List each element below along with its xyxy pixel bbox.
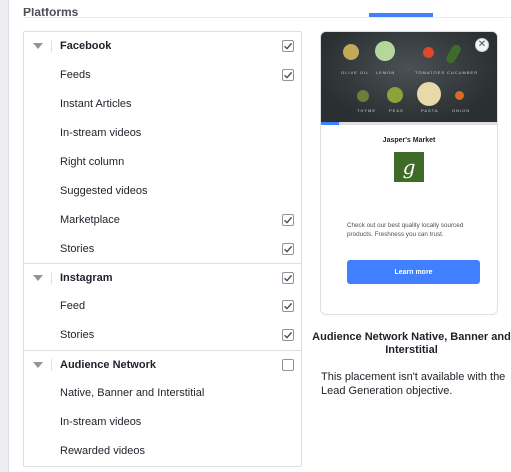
- veg-caption: ONION: [452, 108, 471, 113]
- placement-checkbox[interactable]: [282, 242, 294, 255]
- placement-checkbox[interactable]: [282, 69, 294, 82]
- placement-label: Marketplace: [60, 213, 120, 226]
- thyme-bowl: [357, 90, 369, 102]
- divider: [51, 358, 52, 371]
- olive-oil-bowl: [343, 44, 359, 60]
- checkmark-icon: [284, 43, 293, 51]
- placement-item[interactable]: In-stream videos: [24, 119, 301, 148]
- lettuce: [375, 41, 395, 61]
- placement-label: In-stream videos: [60, 416, 142, 429]
- checkmark-icon: [284, 332, 293, 339]
- platform-group-instagram[interactable]: Instagram: [24, 263, 301, 292]
- tomato: [423, 47, 434, 58]
- checkmark-icon: [284, 303, 293, 311]
- logo-letter: g: [402, 155, 416, 179]
- placement-item[interactable]: Suggested videos: [24, 176, 301, 205]
- top-divider: [23, 17, 511, 18]
- divider: [51, 40, 52, 53]
- checkmark-icon: [284, 216, 293, 224]
- placement-label: Right column: [60, 156, 125, 168]
- peas-bowl: [387, 87, 403, 103]
- platform-group-facebook[interactable]: Facebook: [24, 32, 301, 61]
- checkmark-icon: [284, 274, 293, 282]
- divider: [51, 272, 52, 285]
- placement-item[interactable]: Feeds: [24, 61, 301, 90]
- placement-label: Feed: [60, 300, 86, 313]
- platform-group-audience-network[interactable]: Audience Network: [24, 349, 301, 379]
- veg-caption: LEMON: [376, 70, 396, 75]
- placement-item[interactable]: Right column: [24, 148, 301, 177]
- placement-checkbox[interactable]: [282, 213, 294, 226]
- placement-item[interactable]: Stories: [24, 234, 301, 263]
- ad-preview: OLIVE OIL LEMON TOMATOES CUCUMBER THYME …: [320, 31, 498, 315]
- placement-item[interactable]: In-stream videos: [24, 408, 301, 437]
- section-title: Platforms: [23, 8, 79, 19]
- onion: [455, 91, 464, 100]
- left-rail: [0, 0, 9, 472]
- brand-logo: g: [394, 152, 424, 182]
- veg-caption: PEAS: [389, 108, 404, 113]
- platform-label: Audience Network: [60, 358, 156, 371]
- pasta-bowl: [417, 82, 441, 106]
- placement-item[interactable]: Instant Articles: [24, 90, 301, 119]
- platform-label: Instagram: [60, 272, 113, 285]
- placement-item[interactable]: Native, Banner and Interstitial: [24, 379, 301, 408]
- brand-name: Jasper's Market: [382, 137, 436, 144]
- placement-list: Facebook Feeds Instant Articles In-stream v…: [23, 31, 302, 467]
- placement-item[interactable]: Stories: [24, 321, 301, 350]
- caret-down-icon[interactable]: [33, 361, 43, 368]
- placement-label: Instant Articles: [60, 98, 132, 111]
- preview-hero-image: OLIVE OIL LEMON TOMATOES CUCUMBER THYME …: [321, 32, 497, 122]
- placement-label: Suggested videos: [60, 184, 148, 197]
- veg-caption: PASTA: [421, 108, 439, 113]
- placement-info-title: Audience Network Native, Banner and Inte…: [312, 331, 511, 356]
- platform-checkbox[interactable]: [282, 40, 294, 53]
- veg-caption: THYME: [357, 108, 376, 113]
- placement-info-body: This placement isn't available with the …: [321, 371, 506, 397]
- placement-label: Stories: [60, 329, 95, 342]
- platform-label: Facebook: [60, 40, 112, 53]
- caret-down-icon[interactable]: [33, 43, 43, 50]
- placement-item[interactable]: Marketplace: [24, 205, 301, 234]
- platform-checkbox[interactable]: [282, 272, 294, 285]
- checkmark-icon: [284, 245, 293, 253]
- placement-item[interactable]: Rewarded videos: [24, 436, 301, 465]
- placement-label: In-stream videos: [60, 127, 142, 140]
- placement-label: Rewarded videos: [60, 444, 145, 457]
- caret-down-icon[interactable]: [33, 275, 43, 282]
- veg-caption: TOMATOES: [415, 70, 446, 75]
- checkmark-icon: [284, 72, 293, 79]
- placement-label: Feeds: [60, 69, 91, 82]
- platform-checkbox[interactable]: [282, 358, 294, 371]
- veg-caption: OLIVE OIL: [341, 70, 370, 75]
- veg-caption: CUCUMBER: [447, 70, 479, 75]
- placement-label: Stories: [60, 242, 95, 255]
- placement-checkbox[interactable]: [282, 329, 294, 342]
- placement-label: Native, Banner and Interstitial: [60, 387, 205, 400]
- placement-checkbox[interactable]: [282, 300, 294, 313]
- placement-item[interactable]: Feed: [24, 292, 301, 321]
- learn-more-button[interactable]: Learn more: [347, 260, 480, 284]
- preview-progress-bar: [321, 122, 497, 125]
- close-icon[interactable]: ✕: [475, 38, 489, 52]
- ad-body-text: Check out our best quality locally sourc…: [347, 222, 464, 238]
